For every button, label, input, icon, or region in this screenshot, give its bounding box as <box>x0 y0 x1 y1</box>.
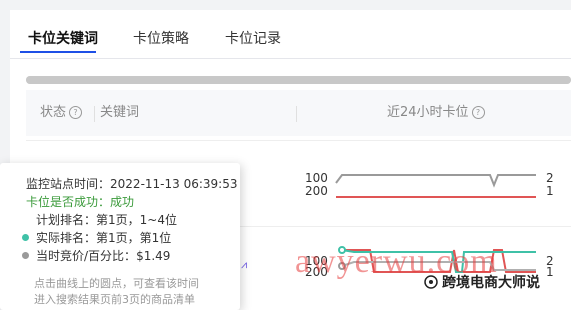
header-status-label: 状态 <box>40 105 67 120</box>
tooltip-actual-label: 实际排名 <box>36 231 85 245</box>
tooltip-bid-value: $1.49 <box>136 249 171 263</box>
scrollbar-thumb[interactable] <box>26 76 571 84</box>
tooltip-time-row: 监控站点时间：2022-11-13 06:39:53 <box>26 177 238 191</box>
header-rank24h: 近24小时卡位? <box>387 90 485 136</box>
rank-tooltip: 监控站点时间：2022-11-13 06:39:53 卡位是否成功：成功 计划排… <box>0 163 240 310</box>
help-icon[interactable]: ? <box>69 106 83 119</box>
row1-rank-sparkline[interactable] <box>330 165 540 205</box>
watermark-brand: 跨境电商大师说 <box>442 275 540 291</box>
brand-logo-icon <box>424 275 438 289</box>
row1-right-bottom-label: 1 <box>546 184 554 198</box>
tooltip-hint-line1: 点击曲线上的圆点，可查看该时间 <box>34 277 199 290</box>
help-icon[interactable]: ? <box>471 106 485 119</box>
tooltip-success-label: 卡位是否成功 <box>26 195 99 209</box>
gray-dot-icon <box>22 252 29 259</box>
horizontal-scrollbar[interactable] <box>26 76 571 84</box>
tab-strategy[interactable]: 卡位策略 <box>133 12 189 58</box>
table-header: 状态? 关键词 近24小时卡位? <box>26 90 571 136</box>
tab-records[interactable]: 卡位记录 <box>225 12 281 58</box>
active-tab-indicator <box>20 51 96 53</box>
tooltip-time-value: 2022-11-13 06:39:53 <box>110 177 238 191</box>
tooltip-success-row: 卡位是否成功：成功 <box>26 195 135 209</box>
header-keyword: 关键词 <box>100 105 140 120</box>
teal-dot-icon <box>22 234 29 241</box>
row1-y-bottom-label: 200 <box>305 184 328 198</box>
tooltip-success-value: 成功 <box>110 195 135 209</box>
tooltip-hint-line2: 进入搜索结果页前3页的商品清单 <box>34 293 195 306</box>
tooltip-bid-row: 当时竞价/百分比：$1.49 <box>22 249 171 263</box>
tooltip-actual-value: 第1页，第1位 <box>96 231 172 245</box>
header-status: 状态? <box>40 90 83 136</box>
row-divider <box>26 140 571 141</box>
row1-y-top-label: 100 <box>305 171 328 185</box>
row1-right-top-label: 2 <box>546 171 554 185</box>
tooltip-plan-value: 第1页，1~4位 <box>96 213 177 227</box>
top-strip <box>0 0 571 10</box>
row2-right-bottom-label: 1 <box>546 265 554 279</box>
column-divider <box>94 106 95 122</box>
tooltip-plan-row: 计划排名：第1页，1~4位 <box>36 213 177 227</box>
trend-chart-icon[interactable]: ⩘ <box>241 258 247 272</box>
tooltip-time-label: 监控站点时间 <box>26 177 99 191</box>
column-divider <box>296 106 297 122</box>
tooltip-plan-label: 计划排名 <box>36 213 85 227</box>
tooltip-actual-row: 实际排名：第1页，第1位 <box>22 231 172 245</box>
row1-gray-series <box>335 174 536 188</box>
tooltip-bid-label: 当时竞价/百分比 <box>36 249 125 263</box>
header-rank24h-label: 近24小时卡位 <box>387 105 469 120</box>
